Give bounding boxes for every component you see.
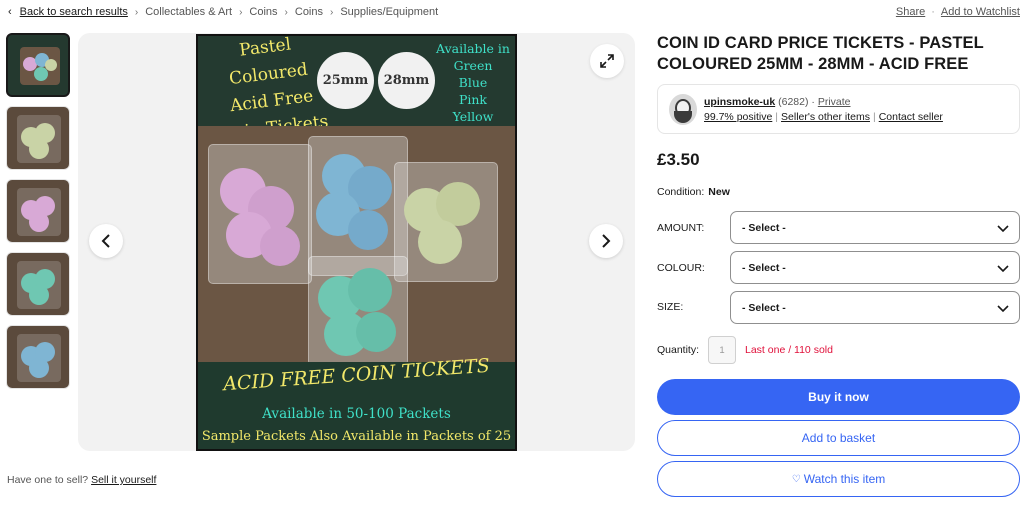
separator-bar: |: [872, 111, 876, 123]
product-image[interactable]: Pastel Coloured Acid Free Coin Tickets 2…: [196, 34, 517, 451]
sell-prompt: Have one to sell? Sell it yourself: [7, 474, 156, 486]
thumbnail-2[interactable]: [6, 106, 70, 170]
thumbnail-strip: [6, 33, 70, 398]
amount-select-value: - Select -: [742, 221, 786, 234]
seller-info-line: upinsmoke-uk (6282) · Private: [704, 96, 851, 108]
add-to-watchlist-link[interactable]: Add to Watchlist: [941, 6, 1020, 18]
seller-avatar[interactable]: [669, 94, 697, 125]
share-link[interactable]: Share: [896, 6, 925, 18]
seller-positive-link[interactable]: 99.7% positive: [704, 111, 772, 123]
item-price: £3.50: [657, 150, 700, 169]
seller-card: upinsmoke-uk (6282) · Private 99.7% posi…: [657, 84, 1020, 134]
thumbnail-4[interactable]: [6, 252, 70, 316]
add-to-basket-button[interactable]: Add to basket: [657, 420, 1020, 456]
colour-label: COLOUR:: [657, 262, 705, 274]
colour-select-value: - Select -: [742, 261, 786, 274]
quantity-input[interactable]: 1: [708, 336, 736, 364]
breadcrumb-item[interactable]: Coins: [295, 6, 323, 18]
breadcrumb-item[interactable]: Coins: [249, 6, 277, 18]
separator-dot: ·: [811, 96, 815, 108]
back-to-search-link[interactable]: Back to search results: [20, 6, 128, 18]
chevron-right-icon: ›: [284, 6, 288, 18]
previous-image-button[interactable]: [89, 224, 123, 258]
next-image-button[interactable]: [589, 224, 623, 258]
expand-image-button[interactable]: [590, 44, 624, 78]
listing-title: COIN ID CARD PRICE TICKETS - PASTEL COLO…: [657, 34, 984, 73]
thumbnail-1[interactable]: [6, 33, 70, 97]
page-actions: Share · Add to Watchlist: [896, 6, 1020, 18]
chevron-right-icon: ›: [239, 6, 243, 18]
colour-availability: Available in Green Blue Pink Yellow: [436, 41, 510, 124]
amount-label: AMOUNT:: [657, 222, 705, 234]
breadcrumb-item[interactable]: Supplies/Equipment: [340, 6, 438, 18]
chevron-right-icon: ›: [330, 6, 334, 18]
size-select-value: - Select -: [742, 301, 786, 314]
image-gallery: Pastel Coloured Acid Free Coin Tickets 2…: [78, 33, 635, 451]
chevron-down-icon: [997, 305, 1009, 313]
size-disc-25: 25mm: [317, 52, 374, 109]
condition-row: Condition: New: [657, 186, 730, 198]
contact-seller-link[interactable]: Contact seller: [879, 111, 943, 123]
listing-panel: COIN ID CARD PRICE TICKETS - PASTEL COLO…: [657, 33, 1021, 497]
sell-prompt-text: Have one to sell?: [7, 474, 89, 486]
condition-value: New: [708, 186, 730, 198]
sell-it-yourself-link[interactable]: Sell it yourself: [91, 474, 156, 486]
heart-icon: ♡: [791, 473, 801, 485]
breadcrumb-item[interactable]: Collectables & Art: [145, 6, 232, 18]
chevron-left-icon[interactable]: ‹: [8, 6, 12, 18]
condition-label: Condition:: [657, 186, 705, 198]
separator-bar: |: [775, 111, 779, 123]
seller-type-link[interactable]: Private: [818, 96, 851, 108]
seller-name-link[interactable]: upinsmoke-uk: [704, 96, 775, 108]
colour-select[interactable]: - Select -: [730, 251, 1020, 284]
buy-it-now-button[interactable]: Buy it now: [657, 379, 1020, 415]
product-header-panel: Pastel Coloured Acid Free Coin Tickets 2…: [198, 36, 515, 144]
chevron-right-icon: ›: [134, 6, 139, 18]
thumbnail-5[interactable]: [6, 325, 70, 389]
chevron-left-icon: [101, 234, 110, 248]
watch-item-button[interactable]: ♡ Watch this item: [657, 461, 1020, 497]
seller-links-line: 99.7% positive | Seller's other items | Cont…: [704, 111, 943, 123]
watch-item-label: Watch this item: [803, 472, 886, 486]
quantity-label: Quantity:: [657, 344, 700, 356]
chevron-down-icon: [997, 265, 1009, 273]
stock-note: Last one / 110 sold: [745, 344, 833, 356]
size-select[interactable]: - Select -: [730, 291, 1020, 324]
ticket-bags-photo: [198, 126, 515, 366]
thumbnail-3[interactable]: [6, 179, 70, 243]
separator-dot: ·: [931, 6, 935, 18]
expand-icon: [600, 54, 614, 68]
size-disc-28: 28mm: [378, 52, 435, 109]
product-footer-panel: ACID FREE COIN TICKETS Available in 50-1…: [198, 355, 515, 449]
size-label: SIZE:: [657, 301, 684, 313]
seller-other-items-link[interactable]: Seller's other items: [781, 111, 870, 123]
breadcrumb: ‹ Back to search results › Collectables …: [8, 6, 438, 18]
chevron-down-icon: [997, 225, 1009, 233]
sample-packet-text: Sample Packets Also Available in Packets…: [201, 429, 512, 444]
seller-feedback-count: (6282): [778, 96, 809, 108]
top-bar: ‹ Back to search results › Collectables …: [0, 0, 1022, 26]
chevron-right-icon: [602, 234, 611, 248]
amount-select[interactable]: - Select -: [730, 211, 1020, 244]
packet-availability-text: Available in 50-100 Packets: [262, 406, 451, 422]
